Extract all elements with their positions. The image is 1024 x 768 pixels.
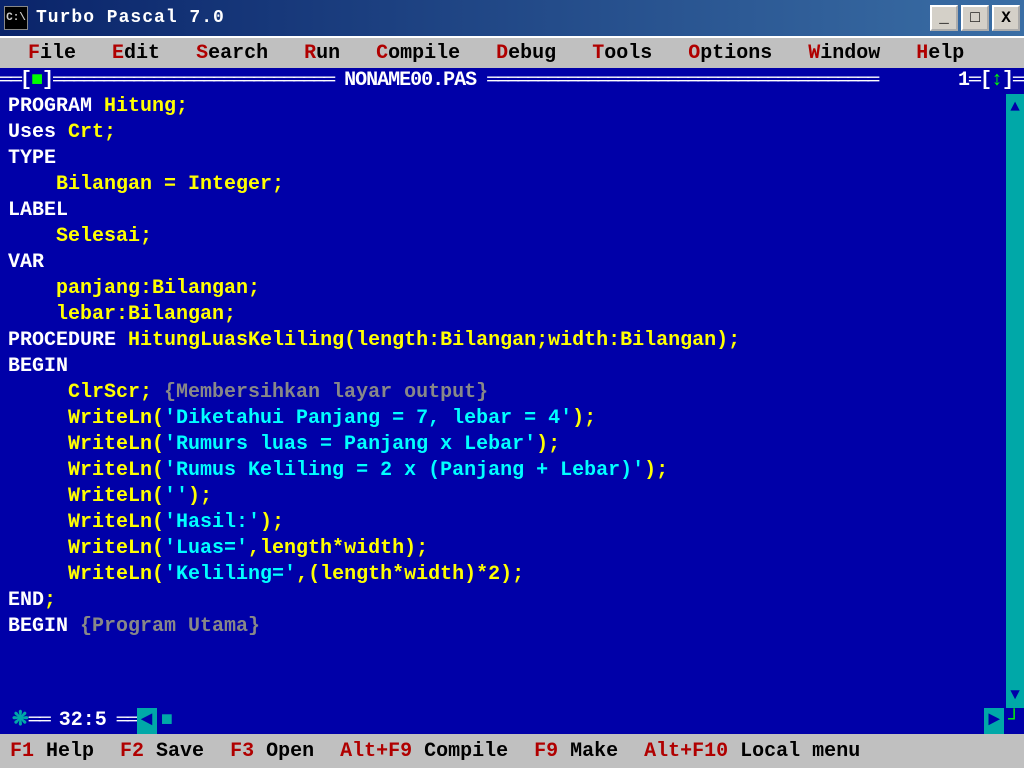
editor-filename: NONAME00.PAS — [333, 68, 487, 94]
vertical-scrollbar[interactable]: ▲ ■ ▼ — [1006, 94, 1024, 708]
status-compile[interactable]: Alt+F9 Compile — [340, 740, 508, 763]
code-line: Uses Crt; — [8, 120, 1016, 146]
code-line: WriteLn('Rumurs luas = Panjang x Lebar')… — [8, 432, 1016, 458]
window-number: 1 — [958, 68, 969, 94]
editor-close-icon[interactable]: ■ — [31, 68, 42, 94]
frame-line-icon: ══ — [0, 68, 20, 94]
editor-area: ══[■]════════════════════════════ NONAME… — [0, 68, 1024, 734]
titlebar[interactable]: C:\ Turbo Pascal 7.0 _ □ X — [0, 0, 1024, 36]
code-line: WriteLn('Rumus Keliling = 2 x (Panjang +… — [8, 458, 1016, 484]
editor-frame-top: ══[■]════════════════════════════ NONAME… — [0, 68, 1024, 94]
code-line: WriteLn('Diketahui Panjang = 7, lebar = … — [8, 406, 1016, 432]
menu-options[interactable]: Options — [670, 38, 790, 69]
app-icon: C:\ — [4, 6, 28, 30]
status-localmenu[interactable]: Alt+F10 Local menu — [644, 740, 860, 763]
code-line: TYPE — [8, 146, 1016, 172]
code-line: PROGRAM Hitung; — [8, 94, 1016, 120]
resize-corner-icon[interactable]: ┘ — [1004, 708, 1024, 734]
statusbar: F1 Help F2 Save F3 Open Alt+F9 Compile F… — [0, 734, 1024, 768]
minimize-button[interactable]: _ — [930, 5, 958, 31]
hscroll-thumb[interactable]: ■ — [157, 708, 177, 734]
scroll-up-icon[interactable]: ▲ — [1010, 94, 1020, 120]
scroll-left-icon[interactable]: ◄ — [137, 708, 157, 734]
app-window: C:\ Turbo Pascal 7.0 _ □ X File Edit Sea… — [0, 0, 1024, 768]
code-line: panjang:Bilangan; — [8, 276, 1016, 302]
cursor-position: 32:5 — [59, 708, 107, 734]
status-make[interactable]: F9 Make — [534, 740, 618, 763]
menu-edit[interactable]: Edit — [94, 38, 178, 69]
code-line: BEGIN — [8, 354, 1016, 380]
code-line: LABEL — [8, 198, 1016, 224]
code-line: WriteLn('Luas=',length*width); — [8, 536, 1016, 562]
scroll-right-icon[interactable]: ► — [984, 708, 1004, 734]
code-line: WriteLn('Keliling=',(length*width)*2); — [8, 562, 1016, 588]
code-line: VAR — [8, 250, 1016, 276]
menu-help[interactable]: Help — [898, 38, 982, 69]
code-line: WriteLn(''); — [8, 484, 1016, 510]
status-help[interactable]: F1 Help — [10, 740, 94, 763]
status-save[interactable]: F2 Save — [120, 740, 204, 763]
code-line: PROCEDURE HitungLuasKeliling(length:Bila… — [8, 328, 1016, 354]
code-line: Selesai; — [8, 224, 1016, 250]
scroll-down-icon[interactable]: ▼ — [1010, 682, 1020, 708]
menubar: File Edit Search Run Compile Debug Tools… — [0, 36, 1024, 68]
code-line: ClrScr; {Membersihkan layar output} — [8, 380, 1016, 406]
resize-handle-icon[interactable]: ❋ — [0, 708, 29, 734]
menu-search[interactable]: Search — [178, 38, 286, 69]
title-text: Turbo Pascal 7.0 — [36, 8, 930, 28]
maximize-button[interactable]: □ — [961, 5, 989, 31]
menu-window[interactable]: Window — [790, 38, 898, 69]
menu-tools[interactable]: Tools — [574, 38, 670, 69]
code-editor[interactable]: PROGRAM Hitung; Uses Crt; TYPE Bilangan … — [0, 94, 1024, 708]
code-line: BEGIN {Program Utama} — [8, 614, 1016, 640]
menu-run[interactable]: Run — [286, 38, 358, 69]
code-line: Bilangan = Integer; — [8, 172, 1016, 198]
status-open[interactable]: F3 Open — [230, 740, 314, 763]
code-line: WriteLn('Hasil:'); — [8, 510, 1016, 536]
window-controls: _ □ X — [930, 5, 1020, 31]
code-line: lebar:Bilangan; — [8, 302, 1016, 328]
close-button[interactable]: X — [992, 5, 1020, 31]
maximize-editor-icon[interactable]: ↕ — [991, 68, 1002, 94]
menu-compile[interactable]: Compile — [358, 38, 478, 69]
menu-file[interactable]: File — [10, 38, 94, 69]
code-line: END; — [8, 588, 1016, 614]
menu-debug[interactable]: Debug — [478, 38, 574, 69]
editor-frame-bottom: ❋══ 32:5 ══◄■►┘ — [0, 708, 1024, 734]
